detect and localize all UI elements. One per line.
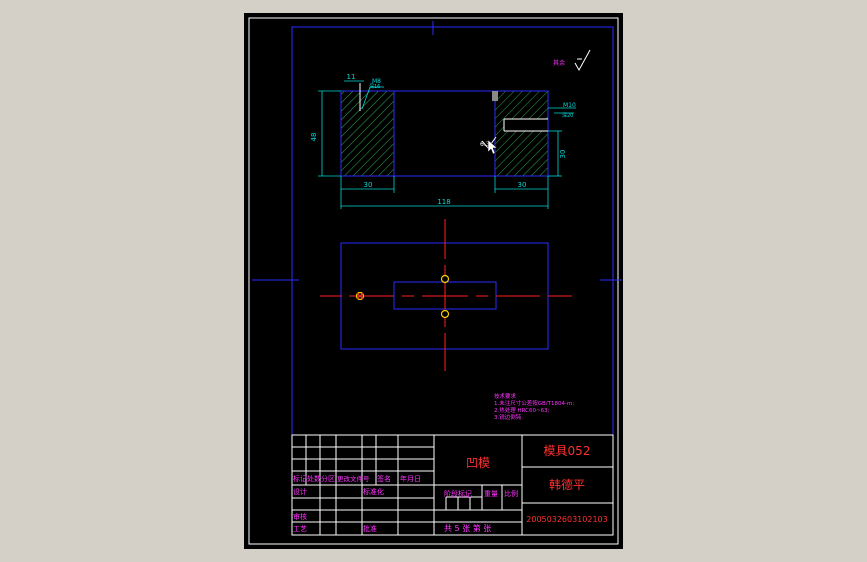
dim-right-width: 30	[518, 181, 527, 189]
sheet-info: 共 5 张 第 张	[444, 523, 491, 533]
thread-right-1: M10	[563, 102, 576, 109]
svg-text:设计: 设计	[293, 487, 307, 496]
designer-name: 韩德平	[549, 477, 585, 492]
notes-title: 技术要求	[494, 392, 517, 400]
pin-hole-bottom	[440, 309, 450, 319]
dim-top-left: 11	[347, 73, 356, 81]
svg-text:其余: 其余	[553, 59, 565, 67]
svg-text:工艺: 工艺	[293, 525, 307, 533]
student-id: 2005032603102103	[526, 515, 607, 524]
svg-text:比例: 比例	[504, 489, 518, 498]
svg-text:处数: 处数	[307, 474, 321, 483]
surface-roughness-symbol: 其余	[553, 49, 591, 72]
title-block-texts: 凹模 模具052 韩德平 2005032603102103 共 5 张 第 张 …	[293, 444, 608, 533]
dim-left-width: 30	[364, 181, 373, 189]
drawing-number: 模具052	[544, 444, 591, 458]
notes-line2: 2.热处理 HRC60~63;	[494, 406, 550, 414]
svg-text:重量: 重量	[484, 490, 498, 498]
center-lines	[320, 219, 572, 371]
svg-text:批准: 批准	[363, 524, 377, 533]
drawing-canvas: 48 30 30 30 118 11 M8 深16 M10 深20 其余 6.3	[248, 17, 622, 545]
cad-viewport[interactable]: 48 30 30 30 118 11 M8 深16 M10 深20 其余 6.3	[0, 0, 867, 562]
dim-overall-width: 118	[437, 198, 450, 206]
notes-line1: 1.未注尺寸公差按GB/T1804-m;	[494, 399, 574, 407]
tap-mark	[492, 91, 498, 101]
svg-text:阶段标记: 阶段标记	[444, 489, 472, 498]
thread-right-2: 深20	[562, 112, 573, 119]
svg-text:年月日: 年月日	[400, 474, 421, 483]
svg-text:分区: 分区	[321, 474, 335, 483]
pin-hole-top	[440, 274, 450, 284]
svg-text:标记: 标记	[293, 474, 307, 483]
thread-hole-right	[504, 119, 548, 131]
dim-right-height: 30	[559, 150, 567, 159]
plan-view	[320, 219, 572, 371]
svg-text:更改文件号: 更改文件号	[337, 474, 370, 483]
svg-text:签名: 签名	[377, 474, 391, 483]
hatch-left	[341, 91, 394, 176]
dim-left-height: 48	[310, 133, 318, 142]
notes-line3: 3.锐边倒钝.	[494, 413, 523, 421]
hatch-right	[495, 91, 548, 176]
section-view	[340, 83, 549, 177]
part-name: 凹模	[466, 456, 490, 470]
technical-notes: 技术要求 1.未注尺寸公差按GB/T1804-m; 2.热处理 HRC60~63…	[494, 392, 574, 421]
thread-left-2: 深16	[369, 83, 380, 90]
svg-text:审核: 审核	[293, 512, 307, 521]
svg-text:标准化: 标准化	[363, 487, 384, 496]
drawing-sheet: 48 30 30 30 118 11 M8 深16 M10 深20 其余 6.3	[244, 13, 623, 549]
